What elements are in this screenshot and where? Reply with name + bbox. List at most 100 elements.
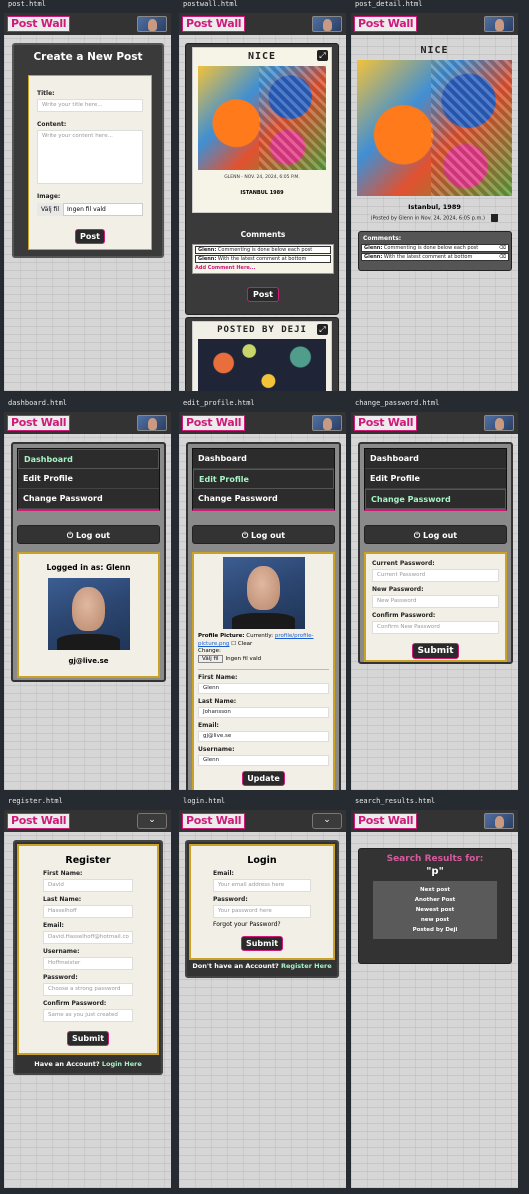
site-logo[interactable]: Post Wall xyxy=(7,813,71,829)
profile-card: Logged in as: Glenn gj@live.se xyxy=(17,552,160,678)
dashboard-frame: Dashboard Edit Profile Change Password ⏻… xyxy=(358,442,513,664)
site-logo[interactable]: Post Wall xyxy=(354,16,418,32)
screen-change-password: change_password.html Post Wall Dashboard… xyxy=(351,399,518,790)
email-label: Email: xyxy=(43,922,64,929)
page-title: Register xyxy=(65,855,111,866)
site-logo[interactable]: Post Wall xyxy=(182,415,246,431)
clear-checkbox[interactable]: ☐ xyxy=(231,641,236,647)
logged-in-text: Logged in as: Glenn xyxy=(46,563,131,572)
password-input[interactable]: Your password here xyxy=(213,905,311,918)
first-name-input[interactable]: Glenn xyxy=(198,683,329,694)
dashboard-frame: Dashboard Edit Profile Change Password ⏻… xyxy=(186,442,341,790)
change-password-form: Current Password: Current Password New P… xyxy=(364,552,507,662)
avatar-icon[interactable] xyxy=(484,813,514,829)
result-item[interactable]: Another Post xyxy=(373,895,497,905)
expand-icon[interactable]: ⤢ xyxy=(317,324,328,335)
current-password-input[interactable]: Current Password xyxy=(372,569,499,582)
password-label: Password: xyxy=(213,896,248,903)
last-name-input[interactable]: Hasselhoff xyxy=(43,905,133,918)
result-item[interactable]: new post xyxy=(373,915,497,925)
site-header: Post Wall xyxy=(351,810,518,832)
password-input[interactable]: Choose a strong password xyxy=(43,983,133,996)
avatar-icon[interactable] xyxy=(484,415,514,431)
screen-register: register.html Post Wall ⌄ Register First… xyxy=(4,797,171,1188)
expand-icon[interactable]: ⤢ xyxy=(317,50,328,61)
nav-edit-profile[interactable]: Edit Profile xyxy=(365,469,506,489)
new-password-input[interactable]: New Password xyxy=(372,595,499,608)
logout-button[interactable]: ⏻ Log out xyxy=(192,525,335,544)
post-card-2: POSTED BY DEJI ⤢ xyxy=(185,317,339,391)
submit-button[interactable]: Submit xyxy=(66,1031,110,1046)
nav-dashboard[interactable]: Dashboard xyxy=(365,449,506,469)
delete-comment-icon[interactable]: ⌫ xyxy=(499,245,506,251)
site-logo[interactable]: Post Wall xyxy=(354,415,418,431)
avatar-icon[interactable] xyxy=(137,16,167,32)
avatar-icon[interactable] xyxy=(312,415,342,431)
site-logo[interactable]: Post Wall xyxy=(354,813,418,829)
site-logo[interactable]: Post Wall xyxy=(7,16,71,32)
result-item[interactable]: Posted by Deji xyxy=(373,925,497,935)
post-button[interactable]: Post xyxy=(247,287,279,302)
username-input[interactable]: Glenn xyxy=(198,755,329,766)
edit-profile-form: Profile Picture: Currently: profile/prof… xyxy=(192,552,335,790)
power-icon: ⏻ xyxy=(413,531,421,540)
username-input[interactable]: Hoffmeister xyxy=(43,957,133,970)
submit-button[interactable]: Submit xyxy=(240,936,284,951)
trash-icon[interactable] xyxy=(491,214,499,222)
delete-comment-icon[interactable]: ⌫ xyxy=(499,254,506,260)
update-button[interactable]: Update xyxy=(242,771,285,786)
site-header: Post Wall xyxy=(179,412,346,434)
submit-button[interactable]: Submit xyxy=(412,643,459,659)
confirm-password-input[interactable]: Confirm New Password xyxy=(372,621,499,634)
nav-edit-profile[interactable]: Edit Profile xyxy=(193,469,334,489)
site-logo[interactable]: Post Wall xyxy=(182,16,246,32)
add-comment-link[interactable]: Add Comment Here... xyxy=(193,264,333,273)
result-item[interactable]: Next post xyxy=(373,885,497,895)
site-logo[interactable]: Post Wall xyxy=(7,415,71,431)
title-label: Title: xyxy=(37,90,55,97)
register-link[interactable]: Register Here xyxy=(281,962,332,970)
first-name-label: First Name: xyxy=(198,674,238,681)
chevron-down-icon[interactable]: ⌄ xyxy=(137,813,167,829)
password-label: Password: xyxy=(43,974,78,981)
nav-change-password[interactable]: Change Password xyxy=(365,489,506,509)
logout-button[interactable]: ⏻ Log out xyxy=(17,525,160,544)
post-polaroid[interactable]: NICE ⤢ GLENN - NOV. 24, 2024, 6:05 P.M. … xyxy=(192,47,332,213)
logout-button[interactable]: ⏻ Log out xyxy=(364,525,507,544)
login-link[interactable]: Login Here xyxy=(102,1060,142,1068)
result-item[interactable]: Newest post xyxy=(373,905,497,915)
comments-heading: Comments: xyxy=(363,235,402,242)
screen-caption: register.html xyxy=(8,797,63,805)
avatar-icon[interactable] xyxy=(484,16,514,32)
post-submit-button[interactable]: Post xyxy=(75,229,105,244)
search-query: "p" xyxy=(426,866,444,877)
avatar-icon[interactable] xyxy=(312,16,342,32)
first-name-input[interactable]: David xyxy=(43,879,133,892)
file-choose-button[interactable]: Välj fil xyxy=(37,202,64,216)
email-input[interactable]: gj@live.se xyxy=(198,731,329,742)
nav-change-password[interactable]: Change Password xyxy=(18,489,159,509)
picture-row: Profile Picture: Currently: profile/prof… xyxy=(198,633,314,647)
file-choose-button[interactable]: Välj fil xyxy=(198,655,223,663)
power-icon: ⏻ xyxy=(66,531,74,540)
chevron-down-icon[interactable]: ⌄ xyxy=(312,813,342,829)
nav-dashboard[interactable]: Dashboard xyxy=(18,449,159,469)
post-polaroid[interactable]: POSTED BY DEJI ⤢ xyxy=(192,321,332,391)
screen-caption: post.html xyxy=(8,0,46,8)
post-image xyxy=(198,339,326,391)
forgot-password-link[interactable]: Forgot your Password? xyxy=(213,921,311,928)
nav-edit-profile[interactable]: Edit Profile xyxy=(18,469,159,489)
title-input[interactable]: Write your title here... xyxy=(37,99,143,112)
email-input[interactable]: David.Hasselhoff@hotmail.co xyxy=(43,931,133,944)
content-textarea[interactable]: Write your content here... xyxy=(37,130,143,184)
avatar-icon[interactable] xyxy=(137,415,167,431)
post-meta: (Posted by Glenn in Nov. 24, 2024, 6:05 … xyxy=(351,214,518,222)
last-name-input[interactable]: Johansson xyxy=(198,707,329,718)
email-input[interactable]: Your email address here xyxy=(213,879,311,892)
site-logo[interactable]: Post Wall xyxy=(182,813,246,829)
screen-caption: login.html xyxy=(183,797,226,805)
nav-dashboard[interactable]: Dashboard xyxy=(193,449,334,469)
nav-change-password[interactable]: Change Password xyxy=(193,489,334,509)
confirm-password-input[interactable]: Same as you just created xyxy=(43,1009,133,1022)
comment-item: Glenn: With the latest comment at bottom… xyxy=(361,253,509,261)
